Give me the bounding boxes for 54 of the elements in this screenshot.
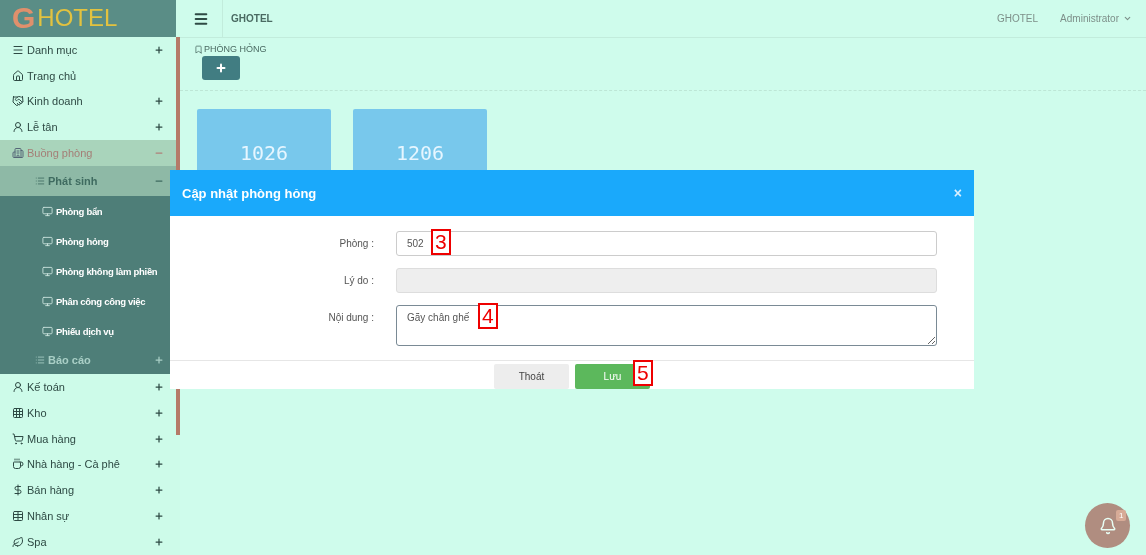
list-icon xyxy=(35,355,45,365)
notification-count: 1 xyxy=(1116,510,1127,521)
sidebar-item[interactable]: Nhà hàng - Cà phê xyxy=(0,451,176,478)
plus-icon xyxy=(215,62,227,74)
table-icon xyxy=(12,510,24,523)
house-icon xyxy=(12,69,24,82)
sidebar-subitem[interactable]: Phòng không làm phiền xyxy=(0,256,176,286)
monitor-icon xyxy=(42,265,53,277)
sidebar-subitem[interactable]: Phòng bẩn xyxy=(0,196,176,226)
cup-icon xyxy=(12,458,24,471)
person-icon xyxy=(12,380,24,393)
menu-icon xyxy=(12,43,24,56)
sidebar-subitem[interactable]: Phòng hỏng xyxy=(0,226,176,256)
field-label: Nội dung : xyxy=(327,311,374,323)
sidebar-item[interactable]: Danh mục xyxy=(0,36,176,63)
sidebar-item[interactable]: Kho xyxy=(0,399,176,426)
bell-icon xyxy=(1098,516,1117,535)
list-icon xyxy=(35,176,45,186)
caret-icon xyxy=(1123,14,1132,23)
step-marker: 3 xyxy=(431,229,451,255)
sidebar-subitem[interactable]: Phân công công việc xyxy=(0,286,176,316)
sidebar-item[interactable]: Bán hàng xyxy=(0,477,176,504)
sidebar-item[interactable]: Spa xyxy=(0,529,176,555)
dollar-icon xyxy=(12,484,24,497)
leaf-icon xyxy=(12,536,24,548)
step-marker: 5 xyxy=(633,360,653,386)
sidebar-item[interactable]: Trang chủ xyxy=(0,62,176,89)
step-marker: 4 xyxy=(478,303,498,329)
monitor-icon xyxy=(42,295,53,307)
sidebar-item[interactable]: Nhân sự xyxy=(0,503,176,530)
sidebar-item[interactable]: Kinh doanh xyxy=(0,88,176,115)
menu-icon xyxy=(193,10,209,27)
monitor-icon xyxy=(42,235,53,247)
field-label: Lý do : xyxy=(342,274,374,286)
monitor-icon xyxy=(42,325,53,337)
logo-letter: G xyxy=(12,3,36,34)
add-button[interactable] xyxy=(202,56,240,80)
brand-title: GHOTEL xyxy=(231,13,273,24)
person-icon xyxy=(12,121,24,134)
notification-button[interactable] xyxy=(1085,503,1130,548)
sidebar-item[interactable]: Mua hàng xyxy=(0,425,176,452)
page-title: PHÒNG HỎNG xyxy=(204,44,267,54)
sidebar-item[interactable]: Kế toán xyxy=(0,374,176,400)
handshake-icon xyxy=(12,95,24,108)
cancel-button[interactable]: Thoát xyxy=(494,364,569,389)
grid-icon xyxy=(12,406,24,419)
sidebar-subitem[interactable]: Phiếu dịch vụ xyxy=(0,316,176,346)
sidebar-item[interactable]: Lễ tân xyxy=(0,114,176,141)
bookmark-icon xyxy=(194,44,203,54)
cart-icon xyxy=(12,432,24,445)
building-icon xyxy=(12,147,24,160)
logo-text: HOTEL xyxy=(37,6,118,31)
monitor-icon xyxy=(42,205,53,217)
field-label: Phòng : xyxy=(338,237,374,249)
